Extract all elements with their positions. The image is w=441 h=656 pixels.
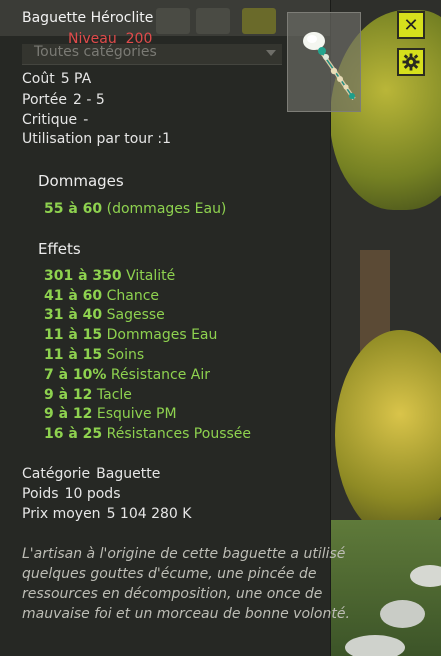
effect-label: Esquive PM	[96, 406, 177, 422]
stat-critical: Critique -	[22, 112, 88, 128]
effect-range: 16 à 25	[44, 426, 103, 442]
effect-range: 41 à 60	[44, 288, 103, 304]
gear-icon	[402, 53, 420, 71]
info-label: Poids	[22, 486, 59, 502]
damage-line: 55 à 60 (dommages Eau)	[44, 201, 226, 217]
effect-label: Chance	[106, 288, 160, 304]
stat-value: 1	[162, 131, 171, 147]
effect-line: 11 à 15 Dommages Eau	[44, 327, 217, 343]
item-preview	[287, 12, 361, 112]
settings-button[interactable]	[397, 48, 425, 76]
effects-header: Effets	[38, 240, 81, 258]
info-value: 5 104 280 K	[106, 506, 192, 522]
effect-line: 11 à 15 Soins	[44, 347, 144, 363]
wand-icon	[303, 32, 356, 101]
effect-line: 41 à 60 Chance	[44, 288, 159, 304]
background-tab	[196, 8, 230, 34]
stat-value: -	[83, 112, 89, 128]
effect-line: 301 à 350 Vitalité	[44, 268, 175, 284]
item-title: Baguette Héroclite	[22, 10, 154, 26]
effect-line: 7 à 10% Résistance Air	[44, 367, 210, 383]
effect-range: 31 à 40	[44, 307, 103, 323]
effect-range: 11 à 15	[44, 327, 103, 343]
stat-label: Critique	[22, 112, 78, 128]
effect-range: 9 à 12	[44, 387, 93, 403]
background-tab	[242, 8, 276, 34]
effect-range: 11 à 15	[44, 347, 103, 363]
effect-range: 301 à 350	[44, 268, 122, 284]
background-tab	[156, 8, 190, 34]
info-price: Prix moyen 5 104 280 K	[22, 506, 191, 522]
effect-line: 9 à 12 Esquive PM	[44, 406, 177, 422]
info-label: Catégorie	[22, 466, 91, 482]
stat-label: Utilisation par tour :	[22, 131, 163, 147]
effect-label: Sagesse	[106, 307, 165, 323]
background-stone	[380, 600, 425, 628]
effect-label: Tacle	[96, 387, 132, 403]
level-value: 200	[125, 31, 153, 47]
effect-label: Soins	[106, 347, 145, 363]
close-icon: ✕	[403, 14, 419, 36]
info-weight: Poids 10 pods	[22, 486, 121, 502]
info-value: 10 pods	[64, 486, 121, 502]
stat-uses-per-turn: Utilisation par tour :1	[22, 131, 171, 147]
effect-label: Vitalité	[126, 268, 176, 284]
stat-value: 5 PA	[60, 71, 92, 87]
stat-label: Coût	[22, 71, 55, 87]
effect-range: 7 à 10%	[44, 367, 107, 383]
effect-line: 9 à 12 Tacle	[44, 387, 132, 403]
background-tree	[335, 330, 441, 540]
chevron-down-icon	[266, 50, 276, 56]
stat-cost: Coût 5 PA	[22, 71, 91, 87]
stat-value: 2 - 5	[72, 92, 105, 108]
effect-label: Résistance Air	[110, 367, 211, 383]
info-category: Catégorie Baguette	[22, 466, 160, 482]
effect-label: Dommages Eau	[106, 327, 218, 343]
effect-line: 31 à 40 Sagesse	[44, 307, 165, 323]
close-button[interactable]: ✕	[397, 11, 425, 39]
stat-label: Portée	[22, 92, 67, 108]
item-description: L'artisan à l'origine de cette baguette …	[22, 546, 350, 622]
effect-range: 9 à 12	[44, 406, 93, 422]
info-label: Prix moyen	[22, 506, 101, 522]
item-level: Niveau 200	[68, 31, 152, 47]
category-filter: Toutes catégories	[22, 44, 282, 65]
info-value: Baguette	[96, 466, 161, 482]
damage-header: Dommages	[38, 172, 124, 190]
damage-range: 55 à 60	[44, 201, 103, 217]
damage-type: (dommages Eau)	[106, 201, 227, 217]
stat-range: Portée 2 - 5	[22, 92, 105, 108]
effect-line: 16 à 25 Résistances Poussée	[44, 426, 251, 442]
effect-label: Résistances Poussée	[106, 426, 252, 442]
background-stone	[345, 635, 405, 656]
level-label: Niveau	[68, 31, 117, 47]
